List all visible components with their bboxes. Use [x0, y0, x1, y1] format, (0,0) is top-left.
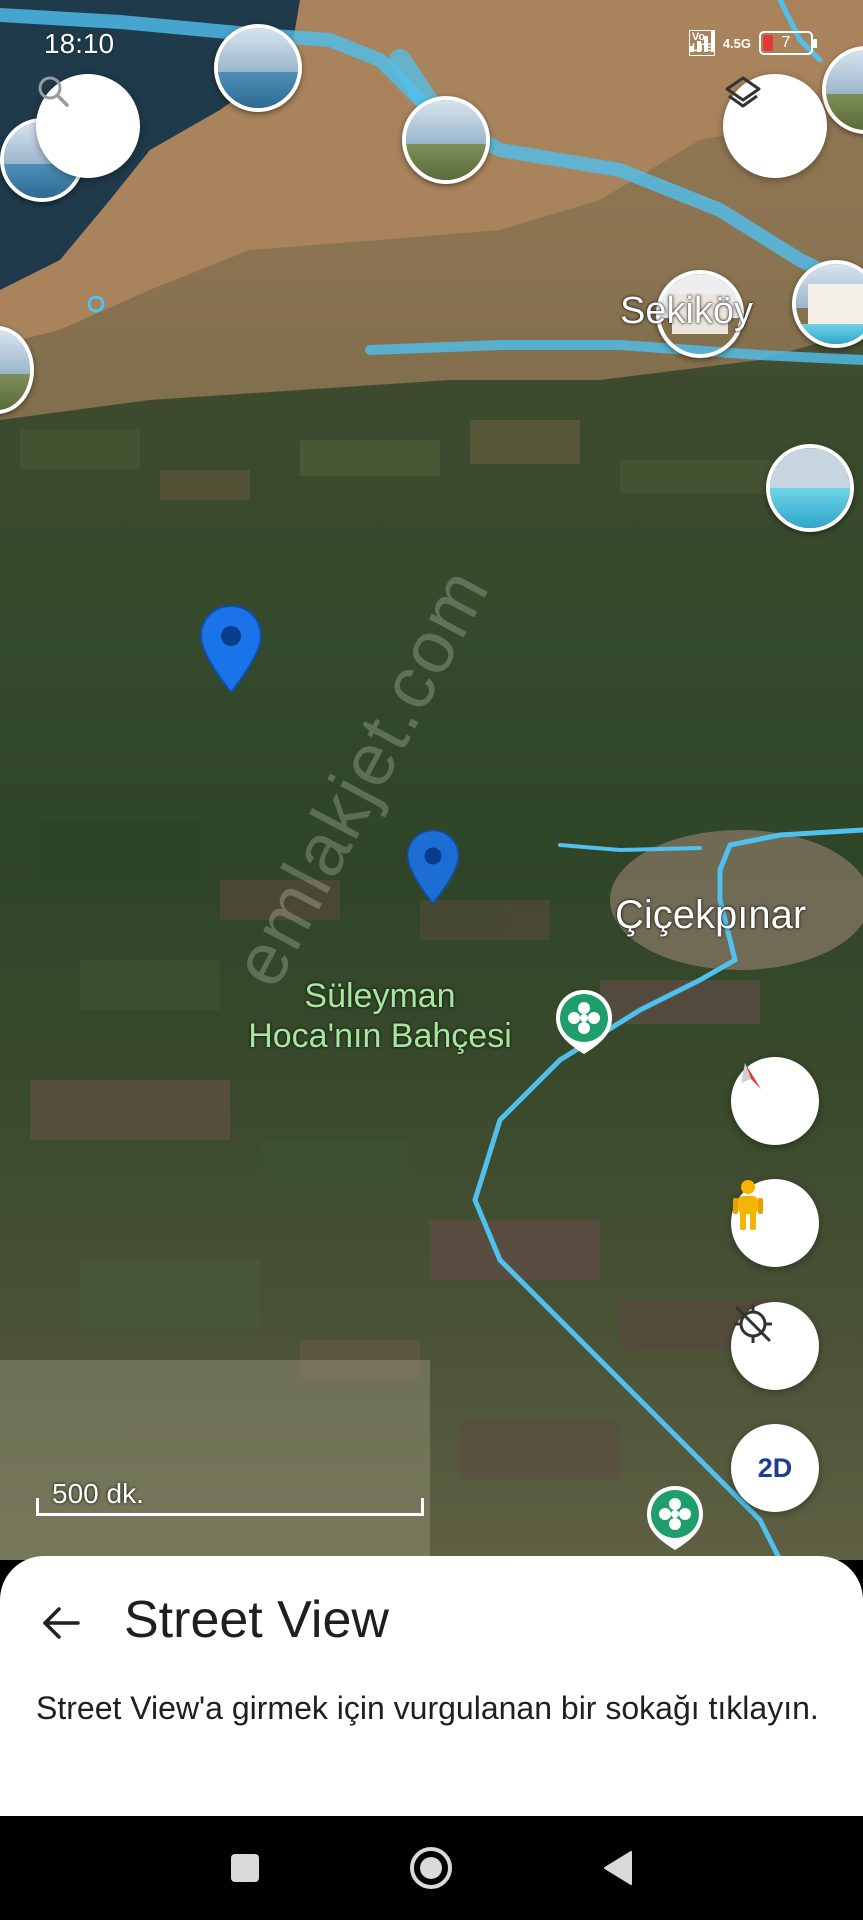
- arrow-back-icon: [43, 1607, 80, 1639]
- back-icon: [604, 1851, 632, 1885]
- recents-button[interactable]: [190, 1816, 300, 1920]
- photo-thumbnail[interactable]: [402, 96, 490, 184]
- status-time: 18:10: [44, 28, 115, 59]
- nav-back-button[interactable]: [562, 1816, 672, 1920]
- view-toggle-button[interactable]: 2D: [731, 1424, 819, 1512]
- place-label: Sekiköy: [620, 290, 754, 332]
- location-pin-icon[interactable]: [198, 604, 264, 694]
- recents-icon: [231, 1854, 259, 1882]
- search-icon: [38, 76, 69, 107]
- battery-level: 7: [781, 34, 791, 51]
- layers-button[interactable]: [723, 74, 827, 178]
- status-icons: Vo LTE 4.5G 7: [688, 30, 817, 56]
- park-marker-icon[interactable]: [645, 1484, 705, 1552]
- photo-thumbnail[interactable]: [766, 444, 854, 532]
- street-view-button[interactable]: [731, 1179, 819, 1267]
- home-icon: [410, 1847, 452, 1889]
- location-pin-icon[interactable]: [405, 828, 461, 906]
- street-view-sheet: Street View Street View'a girmek için vu…: [0, 1556, 863, 1816]
- search-button[interactable]: [36, 74, 140, 178]
- signal-icon: [689, 31, 715, 52]
- sheet-title: Street View: [124, 1591, 389, 1649]
- map-view[interactable]: Sekiköy Çiçekpınar Süleyman Hoca'nın Bah…: [0, 0, 863, 1560]
- battery-icon: 7: [759, 31, 817, 55]
- view-toggle-label: 2D: [757, 1452, 793, 1483]
- sheet-description: Street View'a girmek için vurgulanan bir…: [36, 1690, 819, 1726]
- compass-icon: [741, 1063, 761, 1089]
- photo-thumbnail[interactable]: [822, 46, 863, 134]
- screen: Sekiköy Çiçekpınar Süleyman Hoca'nın Bah…: [0, 0, 863, 1920]
- photo-thumbnail[interactable]: [792, 260, 863, 348]
- system-nav-bar: [0, 1816, 863, 1920]
- home-button[interactable]: [376, 1816, 486, 1920]
- back-button[interactable]: [34, 1596, 88, 1650]
- pegman-icon: [733, 1180, 763, 1230]
- park-marker-icon[interactable]: [554, 988, 614, 1056]
- photo-thumbnail[interactable]: [214, 24, 302, 112]
- compass-button[interactable]: [731, 1057, 819, 1145]
- place-label: Çiçekpınar: [615, 893, 807, 937]
- layers-icon: [725, 76, 761, 108]
- my-location-button[interactable]: [731, 1302, 819, 1390]
- network-type: 4.5G: [722, 35, 751, 51]
- scale-bar: [36, 1498, 424, 1516]
- photo-thumbnail[interactable]: [0, 326, 34, 414]
- location-off-icon: [734, 1305, 772, 1343]
- poi-label-line2: Hoca'nın Bahçesi: [248, 1017, 512, 1055]
